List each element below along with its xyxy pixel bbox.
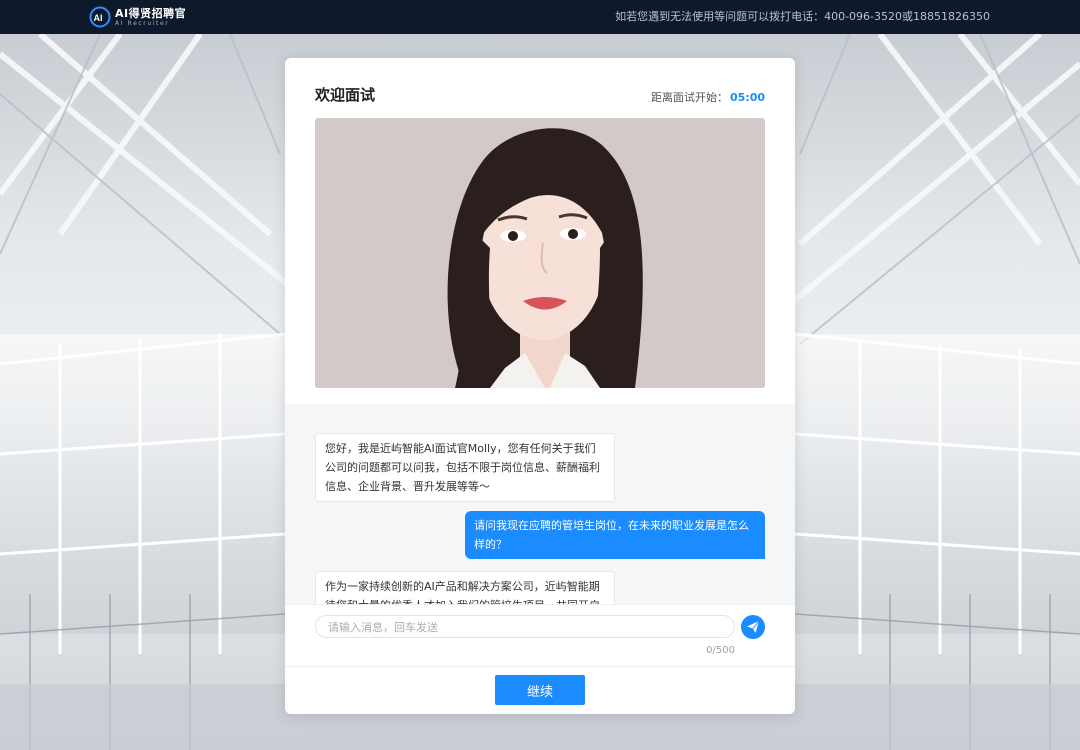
- divider: [285, 604, 795, 605]
- message-input[interactable]: [316, 617, 734, 638]
- support-hotline: 如若您遇到无法使用等问题可以拨打电话：400-096-3520或18851826…: [615, 10, 990, 23]
- chat-panel[interactable]: 您好，我是近屿智能AI面试官Molly，您有任何关于我们公司的问题都可以问我，包…: [285, 404, 795, 604]
- divider: [285, 666, 795, 667]
- ai-logo-icon: AI: [89, 6, 111, 28]
- countdown-label: 距离面试开始：: [650, 91, 728, 104]
- interview-card: 欢迎面试 距离面试开始： 05:00 您好，我是近屿智能AI面试官Molly，您…: [285, 58, 795, 714]
- user-message: 请问我现在应聘的管培生岗位，在未来的职业发展是怎么样的？: [465, 511, 765, 559]
- bot-message: 作为一家持续创新的AI产品和解决方案公司，近屿智能期待您和大量的优秀人才加入我们…: [315, 571, 615, 604]
- continue-button[interactable]: 继续: [495, 675, 585, 705]
- top-bar: AI AI得贤招聘官 AI Recruiter 如若您遇到无法使用等问题可以拨打…: [0, 0, 1080, 34]
- character-counter: 0/500: [706, 645, 735, 656]
- paper-plane-icon: [747, 620, 760, 633]
- interviewer-avatar: [315, 118, 765, 388]
- logo-subtitle: AI Recruiter: [115, 19, 170, 27]
- interviewer-video: [315, 118, 765, 388]
- countdown-time: 05:00: [729, 91, 765, 104]
- message-input-wrapper: [315, 615, 735, 638]
- send-button[interactable]: [741, 615, 765, 639]
- svg-text:AI: AI: [94, 13, 103, 23]
- logo-title: AI得贤招聘官: [115, 6, 187, 20]
- brand-logo[interactable]: AI AI得贤招聘官 AI Recruiter: [89, 5, 186, 29]
- page-title: 欢迎面试: [315, 86, 376, 104]
- bot-message: 您好，我是近屿智能AI面试官Molly，您有任何关于我们公司的问题都可以问我，包…: [315, 433, 615, 502]
- countdown: 距离面试开始： 05:00: [651, 89, 765, 105]
